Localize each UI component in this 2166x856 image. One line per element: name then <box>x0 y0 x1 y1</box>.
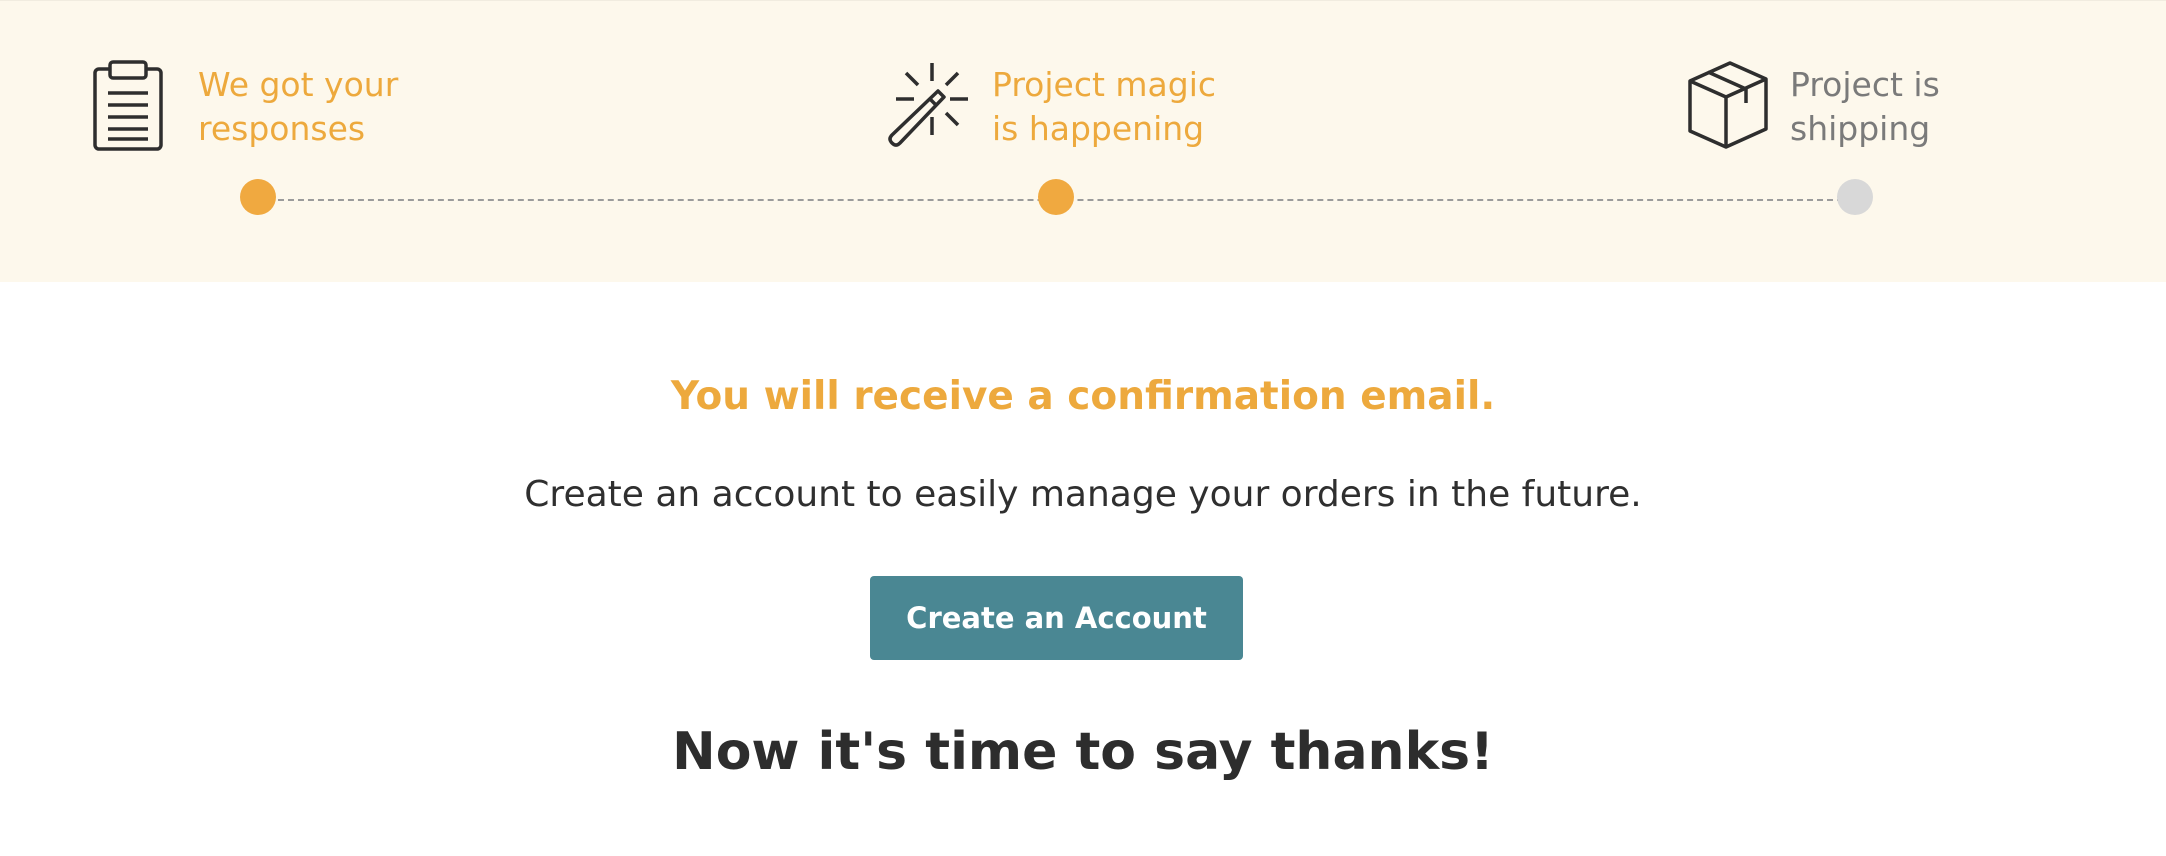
step-label: Project is shipping <box>1790 63 2050 151</box>
step-label-line: shipping <box>1790 109 1931 148</box>
step-label-line: Project is <box>1790 65 1940 104</box>
clipboard-icon <box>93 60 163 151</box>
step-label-line: is happening <box>992 109 1205 148</box>
step-magic: Project magic is happening <box>886 59 1252 151</box>
account-prompt: Create an account to easily manage your … <box>524 474 1642 515</box>
step-dot-complete <box>1038 179 1074 215</box>
progress-tracker: We got your responses Project magic is h… <box>0 0 2166 282</box>
magic-wand-icon <box>888 63 968 147</box>
step-responses: We got your responses <box>92 59 458 151</box>
step-label-line: responses <box>198 109 366 148</box>
confirmation-message: You will receive a confirmation email. <box>670 374 1496 419</box>
step-dot-complete <box>240 179 276 215</box>
step-label: We got your responses <box>198 63 458 151</box>
step-shipping: Project is shipping <box>1684 59 2050 151</box>
create-account-button[interactable]: Create an Account <box>870 576 1243 660</box>
step-label-line: Project magic <box>992 65 1217 104</box>
box-icon <box>1688 61 1768 149</box>
step-dot-pending <box>1837 179 1873 215</box>
thanks-heading: Now it's time to say thanks! <box>672 722 1494 782</box>
step-label: Project magic is happening <box>992 63 1252 151</box>
step-label-line: We got your <box>198 65 399 104</box>
